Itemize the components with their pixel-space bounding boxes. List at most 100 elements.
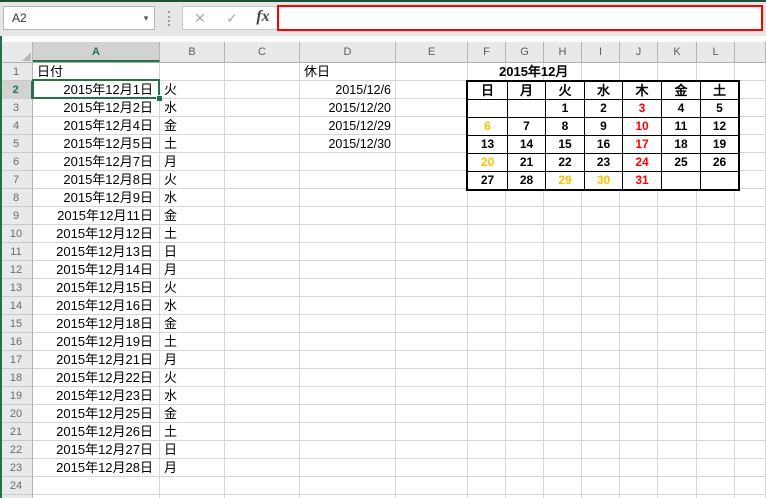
column-header-A[interactable]: A (33, 42, 160, 62)
column-header-E[interactable]: E (396, 42, 468, 62)
cell-A23-date[interactable]: 2015年12月28日 (33, 459, 160, 477)
cell-B6-weekday[interactable]: 月 (160, 153, 225, 171)
row-header-18[interactable]: 18 (0, 369, 32, 387)
row-header-10[interactable]: 10 (0, 225, 32, 243)
cell-D2-holiday[interactable]: 2015/12/6 (300, 81, 396, 99)
cell-B2-weekday[interactable]: 火 (160, 81, 225, 99)
cell-B23-weekday[interactable]: 月 (160, 459, 225, 477)
row-header-14[interactable]: 14 (0, 297, 32, 315)
cell-B17-weekday[interactable]: 月 (160, 351, 225, 369)
row-header-23[interactable]: 23 (0, 459, 32, 477)
cell-A4-date[interactable]: 2015年12月4日 (33, 117, 160, 135)
cell-A14-date[interactable]: 2015年12月16日 (33, 297, 160, 315)
cell-A5-date[interactable]: 2015年12月5日 (33, 135, 160, 153)
cell-B5-weekday[interactable]: 土 (160, 135, 225, 153)
cell-B8-weekday[interactable]: 水 (160, 189, 225, 207)
calendar-empty-cell (507, 99, 546, 118)
cell-A12-date[interactable]: 2015年12月14日 (33, 261, 160, 279)
cell-A3-date[interactable]: 2015年12月2日 (33, 99, 160, 117)
cell-B15-weekday[interactable]: 金 (160, 315, 225, 333)
cell-A6-date[interactable]: 2015年12月7日 (33, 153, 160, 171)
row-header-11[interactable]: 11 (0, 243, 32, 261)
row-header-8[interactable]: 8 (0, 189, 32, 207)
row-header-12[interactable]: 12 (0, 261, 32, 279)
column-header-L[interactable]: L (697, 42, 735, 62)
cell-B4-weekday[interactable]: 金 (160, 117, 225, 135)
cell-B20-weekday[interactable]: 金 (160, 405, 225, 423)
calendar-week-row-2: 13 14 15 16 17 18 19 (466, 135, 740, 154)
row-header-6[interactable]: 6 (0, 153, 32, 171)
row-header-20[interactable]: 20 (0, 405, 32, 423)
column-header-C[interactable]: C (225, 42, 300, 62)
cell-B12-weekday[interactable]: 月 (160, 261, 225, 279)
fill-handle[interactable] (156, 95, 162, 101)
column-header-F[interactable]: F (468, 42, 506, 62)
row-header-13[interactable]: 13 (0, 279, 32, 297)
column-header-K[interactable]: K (658, 42, 697, 62)
formula-bar-grip-icon[interactable] (168, 11, 170, 26)
column-header-D[interactable]: D (300, 42, 396, 62)
cell-B7-weekday[interactable]: 火 (160, 171, 225, 189)
insert-function-icon[interactable]: fx (251, 5, 275, 29)
row-header-9[interactable]: 9 (0, 207, 32, 225)
row-header-7[interactable]: 7 (0, 171, 32, 189)
cell-A7-date[interactable]: 2015年12月8日 (33, 171, 160, 189)
name-box[interactable]: A2 (3, 6, 155, 30)
cell-A17-date[interactable]: 2015年12月21日 (33, 351, 160, 369)
calendar-day-29: 29 (545, 171, 585, 191)
cell-B10-weekday[interactable]: 土 (160, 225, 225, 243)
column-header-partial[interactable] (735, 42, 766, 62)
cell-B22-weekday[interactable]: 日 (160, 441, 225, 459)
row-header-21[interactable]: 21 (0, 423, 32, 441)
cell-B19-weekday[interactable]: 水 (160, 387, 225, 405)
calendar-day-11: 11 (661, 117, 701, 136)
cell-A22-date[interactable]: 2015年12月27日 (33, 441, 160, 459)
row-header-22[interactable]: 22 (0, 441, 32, 459)
row-header-15[interactable]: 15 (0, 315, 32, 333)
cell-B11-weekday[interactable]: 日 (160, 243, 225, 261)
calendar-day-5: 5 (700, 99, 740, 118)
column-header-B[interactable]: B (160, 42, 225, 62)
cell-A15-date[interactable]: 2015年12月18日 (33, 315, 160, 333)
row-header-19[interactable]: 19 (0, 387, 32, 405)
cell-D4-holiday[interactable]: 2015/12/29 (300, 117, 396, 135)
cell-A10-date[interactable]: 2015年12月12日 (33, 225, 160, 243)
row-header-3[interactable]: 3 (0, 99, 32, 117)
cell-A13-date[interactable]: 2015年12月15日 (33, 279, 160, 297)
calendar-day-header-6: 土 (700, 80, 740, 100)
row-header-5[interactable]: 5 (0, 135, 32, 153)
cell-A19-date[interactable]: 2015年12月23日 (33, 387, 160, 405)
cell-B14-weekday[interactable]: 水 (160, 297, 225, 315)
name-box-dropdown-icon[interactable]: ▾ (138, 6, 154, 30)
cell-D5-holiday[interactable]: 2015/12/30 (300, 135, 396, 153)
cell-A16-date[interactable]: 2015年12月19日 (33, 333, 160, 351)
cell-B9-weekday[interactable]: 金 (160, 207, 225, 225)
enter-icon[interactable]: ✓ (221, 6, 243, 30)
row-header-17[interactable]: 17 (0, 351, 32, 369)
cell-B16-weekday[interactable]: 土 (160, 333, 225, 351)
column-header-H[interactable]: H (544, 42, 582, 62)
cell-D1-holiday-header[interactable]: 休日 (300, 63, 396, 81)
row-header-2[interactable]: 2 (0, 81, 33, 99)
column-header-J[interactable]: J (620, 42, 658, 62)
cell-D3-holiday[interactable]: 2015/12/20 (300, 99, 396, 117)
row-header-24[interactable]: 24 (0, 477, 32, 495)
cell-A20-date[interactable]: 2015年12月25日 (33, 405, 160, 423)
cell-B21-weekday[interactable]: 土 (160, 423, 225, 441)
row-header-4[interactable]: 4 (0, 117, 32, 135)
cell-B13-weekday[interactable]: 火 (160, 279, 225, 297)
calendar-day-20: 20 (466, 153, 508, 172)
column-header-I[interactable]: I (582, 42, 620, 62)
cell-A9-date[interactable]: 2015年12月11日 (33, 207, 160, 225)
cell-B3-weekday[interactable]: 水 (160, 99, 225, 117)
column-header-G[interactable]: G (506, 42, 544, 62)
row-header-16[interactable]: 16 (0, 333, 32, 351)
cell-A11-date[interactable]: 2015年12月13日 (33, 243, 160, 261)
calendar-day-header-5: 金 (661, 80, 701, 100)
cancel-icon[interactable]: ✕ (189, 6, 211, 30)
cell-A18-date[interactable]: 2015年12月22日 (33, 369, 160, 387)
cell-A21-date[interactable]: 2015年12月26日 (33, 423, 160, 441)
cell-A8-date[interactable]: 2015年12月9日 (33, 189, 160, 207)
row-header-1[interactable]: 1 (0, 63, 32, 81)
cell-B18-weekday[interactable]: 火 (160, 369, 225, 387)
